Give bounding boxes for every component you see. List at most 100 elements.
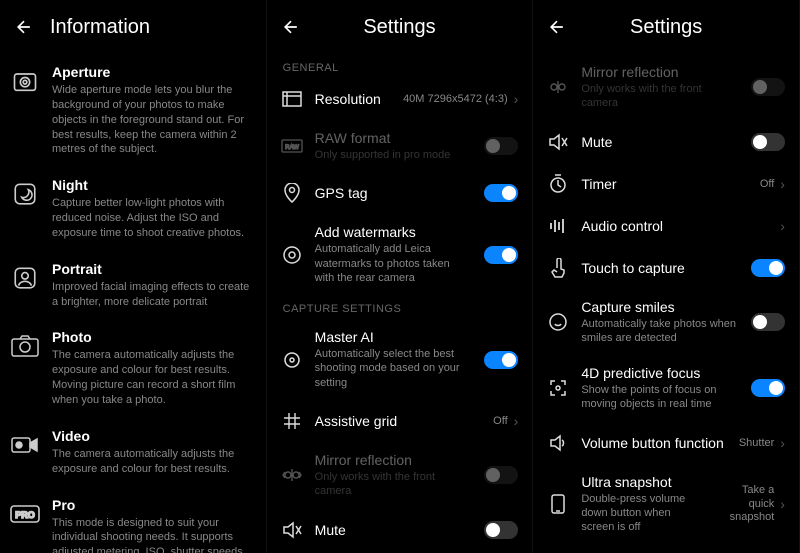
info-desc: The camera automatically adjusts the exp…	[52, 447, 250, 477]
chevron-right-icon: ›	[780, 218, 785, 234]
mute-icon	[547, 131, 569, 153]
row-value: Take a quick snapshot	[715, 484, 774, 524]
ai-icon	[281, 349, 303, 371]
svg-text:RAW: RAW	[285, 145, 299, 151]
info-item-pro[interactable]: PRO Pro This mode is designed to suit yo…	[0, 487, 266, 553]
row-title: Master AI	[315, 329, 473, 345]
header: Settings	[267, 0, 533, 54]
settings-panel-1: Settings GENERAL Resolution 40M 7296x547…	[267, 0, 534, 553]
toggle[interactable]	[751, 259, 785, 277]
toggle[interactable]	[484, 521, 518, 539]
row-title: Capture smiles	[581, 299, 739, 315]
info-item-aperture[interactable]: Aperture Wide aperture mode lets you blu…	[0, 54, 266, 167]
chevron-right-icon: ›	[780, 435, 785, 451]
row-gps[interactable]: GPS tag	[267, 172, 533, 214]
arrow-left-icon	[14, 17, 34, 37]
chevron-right-icon: ›	[780, 176, 785, 192]
timer-icon	[547, 173, 569, 195]
night-icon	[10, 179, 40, 209]
page-title: Settings	[545, 16, 787, 39]
row-sub: Only works with the front camera	[315, 470, 473, 499]
row-title: Mute	[581, 134, 739, 150]
toggle	[751, 78, 785, 96]
location-icon	[281, 182, 303, 204]
watermark-icon	[281, 244, 303, 266]
header: Information	[0, 0, 266, 54]
resolution-icon	[281, 88, 303, 110]
row-value: Off	[493, 415, 507, 427]
mute-icon	[281, 519, 303, 541]
info-desc: Improved facial imaging effects to creat…	[52, 280, 250, 310]
touch-icon	[547, 257, 569, 279]
portrait-icon	[10, 263, 40, 293]
info-desc: Capture better low-light photos with red…	[52, 196, 250, 241]
info-item-night[interactable]: Night Capture better low-light photos wi…	[0, 167, 266, 251]
info-item-photo[interactable]: Photo The camera automatically adjusts t…	[0, 319, 266, 417]
row-audio[interactable]: Audio control ›	[533, 205, 799, 247]
row-title: Assistive grid	[315, 413, 482, 429]
info-desc: This mode is designed to suit your indiv…	[52, 516, 250, 553]
row-smiles[interactable]: Capture smiles Automatically take photos…	[533, 289, 799, 356]
row-4d-focus[interactable]: 4D predictive focus Show the points of f…	[533, 355, 799, 422]
info-title: Video	[52, 428, 250, 444]
mirror-icon	[547, 76, 569, 98]
info-title: Pro	[52, 497, 250, 513]
chevron-right-icon: ›	[514, 413, 519, 429]
row-title: Resolution	[315, 91, 391, 107]
chevron-right-icon: ›	[780, 496, 785, 513]
row-mute[interactable]: Mute	[533, 121, 799, 163]
info-title: Night	[52, 177, 250, 193]
row-sub: Show the points of focus on moving objec…	[581, 383, 739, 412]
chevron-right-icon: ›	[514, 91, 519, 107]
mirror-icon	[281, 464, 303, 486]
section-capture: CAPTURE SETTINGS	[267, 295, 533, 319]
row-watermarks[interactable]: Add watermarks Automatically add Leica w…	[267, 214, 533, 295]
info-title: Photo	[52, 329, 250, 345]
toggle[interactable]	[484, 246, 518, 264]
toggle[interactable]	[751, 313, 785, 331]
row-title: Ultra snapshot	[581, 474, 703, 490]
row-value: Off	[760, 178, 774, 190]
row-master-ai[interactable]: Master AI Automatically select the best …	[267, 319, 533, 400]
row-title: Audio control	[581, 218, 768, 234]
row-mute[interactable]: Mute	[267, 509, 533, 551]
toggle[interactable]	[751, 133, 785, 151]
info-title: Portrait	[52, 261, 250, 277]
row-mirror: Mirror reflection Only works with the fr…	[267, 442, 533, 509]
row-volume-button[interactable]: Volume button function Shutter›	[533, 422, 799, 464]
row-title: RAW format	[315, 130, 473, 146]
row-sub: Automatically select the best shooting m…	[315, 347, 473, 390]
photo-icon	[10, 331, 40, 361]
back-button[interactable]	[12, 15, 36, 39]
row-sub: Double-press volume down button when scr…	[581, 492, 703, 535]
info-item-portrait[interactable]: Portrait Improved facial imaging effects…	[0, 251, 266, 320]
row-title: Mirror reflection	[315, 452, 473, 468]
row-title: 4D predictive focus	[581, 365, 739, 381]
toggle[interactable]	[751, 379, 785, 397]
row-mirror: Mirror reflection Only works with the fr…	[533, 54, 799, 121]
row-timer[interactable]: Timer Off›	[533, 163, 799, 205]
focus-icon	[547, 377, 569, 399]
row-resolution[interactable]: Resolution 40M 7296x5472 (4:3)›	[267, 78, 533, 120]
row-sub: Automatically add Leica watermarks to ph…	[315, 242, 473, 285]
raw-icon: RAW	[281, 135, 303, 157]
toggle[interactable]	[484, 184, 518, 202]
row-value: Shutter	[739, 437, 774, 449]
row-ultra-snapshot[interactable]: Ultra snapshot Double-press volume down …	[533, 464, 799, 545]
row-grid[interactable]: Assistive grid Off ›	[267, 400, 533, 442]
phone-icon	[547, 493, 569, 515]
header: Settings	[533, 0, 799, 54]
toggle[interactable]	[484, 351, 518, 369]
smile-icon	[547, 311, 569, 333]
row-title: Touch to capture	[581, 260, 739, 276]
audio-icon	[547, 215, 569, 237]
page-title: Settings	[279, 16, 521, 39]
video-icon	[10, 430, 40, 460]
toggle	[484, 466, 518, 484]
row-title: Add watermarks	[315, 224, 473, 240]
row-sub: Only works with the front camera	[581, 82, 739, 111]
settings-panel-2: Settings Mirror reflection Only works wi…	[533, 0, 800, 553]
row-touch-capture[interactable]: Touch to capture	[533, 247, 799, 289]
info-item-video[interactable]: Video The camera automatically adjusts t…	[0, 418, 266, 487]
volume-icon	[547, 432, 569, 454]
